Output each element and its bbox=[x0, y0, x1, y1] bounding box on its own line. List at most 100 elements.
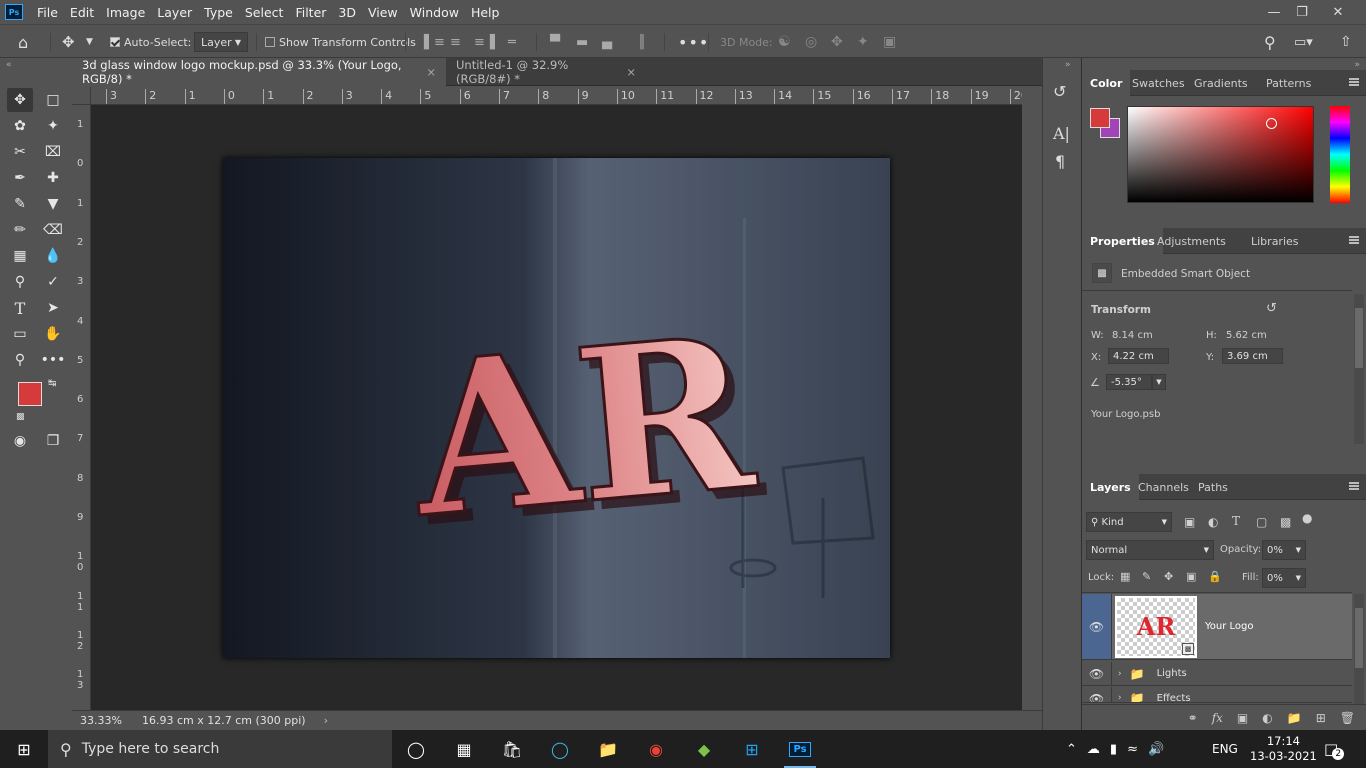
gradient-tool-icon[interactable]: ▦ bbox=[7, 244, 33, 268]
foreground-color-swatch[interactable] bbox=[18, 382, 42, 406]
tab-adjustments[interactable]: Adjustments bbox=[1149, 228, 1234, 254]
angle-field[interactable]: -5.35° bbox=[1106, 374, 1152, 390]
windows-start-icon[interactable]: ⊞ bbox=[0, 730, 48, 768]
close-tab-icon[interactable]: × bbox=[626, 65, 636, 79]
task-view-icon[interactable]: ▦ bbox=[440, 730, 488, 768]
paragraph-icon[interactable]: ¶ bbox=[1055, 152, 1065, 171]
visibility-eye-icon[interactable]: 👁 bbox=[1082, 687, 1112, 702]
menu-view[interactable]: View bbox=[362, 5, 404, 20]
lock-all-icon[interactable]: 🔒 bbox=[1208, 570, 1222, 583]
lock-pixels-icon[interactable]: ✎ bbox=[1142, 570, 1151, 583]
hand-tool-icon[interactable]: ✋ bbox=[40, 322, 66, 346]
photoshop-taskbar-icon[interactable]: Ps bbox=[776, 730, 824, 768]
color-picker-handle[interactable] bbox=[1266, 118, 1277, 129]
expand-icon[interactable]: » bbox=[1065, 60, 1071, 70]
notification-icon[interactable]: □ 2 bbox=[1324, 730, 1345, 768]
lasso-tool-icon[interactable]: ✿ bbox=[7, 114, 33, 138]
filter-smart-object-icon[interactable]: ▩ bbox=[1280, 515, 1291, 529]
align-center-icon[interactable]: ≡ bbox=[450, 25, 461, 59]
fx-icon[interactable]: fx bbox=[1212, 711, 1223, 725]
3d-pan-icon[interactable]: ✥ bbox=[831, 25, 843, 59]
menu-window[interactable]: Window bbox=[404, 5, 465, 20]
rectangle-tool-icon[interactable]: ▭ bbox=[7, 322, 33, 346]
distribute-icon[interactable]: ═ bbox=[508, 25, 516, 59]
fill-field[interactable]: 0% ▼ bbox=[1262, 568, 1306, 588]
close-tab-icon[interactable]: × bbox=[426, 65, 436, 79]
chrome-icon[interactable]: ◉ bbox=[632, 730, 680, 768]
tab-swatches[interactable]: Swatches bbox=[1124, 70, 1193, 96]
close-icon[interactable]: ✕ bbox=[1320, 0, 1356, 24]
align-bottom-icon[interactable]: ▄ bbox=[602, 25, 612, 59]
panel-menu-icon[interactable] bbox=[1349, 78, 1359, 86]
properties-scrollbar[interactable] bbox=[1354, 294, 1364, 444]
path-selection-tool-icon[interactable]: ➤ bbox=[40, 296, 66, 320]
layer-filter-dropdown[interactable]: ⚲ Kind ▼ bbox=[1086, 512, 1172, 532]
filter-shape-icon[interactable]: ▢ bbox=[1256, 515, 1267, 529]
auto-select-target-dropdown[interactable]: Layer ▼ bbox=[194, 32, 248, 52]
panel-menu-icon[interactable] bbox=[1349, 482, 1359, 490]
height-value[interactable]: 5.62 cm bbox=[1226, 330, 1267, 341]
more-options-icon[interactable]: ••• bbox=[678, 25, 709, 59]
tab-libraries[interactable]: Libraries bbox=[1243, 228, 1307, 254]
y-position-field[interactable]: 3.69 cm bbox=[1222, 348, 1283, 364]
trash-icon[interactable]: 🗑 bbox=[1340, 711, 1355, 725]
brush-tool-icon[interactable]: ✎ bbox=[7, 192, 33, 216]
menu-3d[interactable]: 3D bbox=[332, 5, 362, 20]
menu-edit[interactable]: Edit bbox=[64, 5, 100, 20]
tab-document-1[interactable]: 3d glass window logo mockup.psd @ 33.3% … bbox=[72, 58, 446, 86]
filter-pixel-icon[interactable]: ▣ bbox=[1184, 515, 1195, 529]
collapse-icon[interactable]: « bbox=[6, 60, 12, 70]
menu-type[interactable]: Type bbox=[198, 5, 239, 20]
width-value[interactable]: 8.14 cm bbox=[1112, 330, 1153, 341]
filter-type-icon[interactable]: T bbox=[1232, 514, 1240, 528]
align-right-icon[interactable]: ≡▐ bbox=[474, 25, 495, 59]
workspace-icon[interactable]: ▭▾ bbox=[1294, 25, 1313, 59]
collapse-icon[interactable]: » bbox=[1354, 60, 1360, 70]
menu-layer[interactable]: Layer bbox=[151, 5, 198, 20]
new-group-icon[interactable]: 📁 bbox=[1287, 711, 1302, 725]
chevron-down-icon[interactable]: ▼ bbox=[86, 25, 93, 59]
crop-tool-icon[interactable]: ✂ bbox=[7, 140, 33, 164]
quick-mask-icon[interactable]: ◉ bbox=[7, 429, 33, 453]
history-brush-tool-icon[interactable]: ✏ bbox=[7, 218, 33, 242]
new-layer-icon[interactable]: ⊞ bbox=[1316, 711, 1326, 725]
3d-slide-icon[interactable]: ✦ bbox=[857, 25, 869, 59]
blur-tool-icon[interactable]: 💧 bbox=[40, 244, 66, 268]
3d-orbit-icon[interactable]: ☯ bbox=[778, 25, 791, 59]
store-icon[interactable]: 🛍 bbox=[488, 730, 536, 768]
lock-transparent-icon[interactable]: ▦ bbox=[1120, 570, 1130, 583]
move-tool-icon[interactable]: ✥ bbox=[62, 25, 75, 59]
layer-row-lights[interactable]: 👁 › 📁 Lights bbox=[1082, 662, 1352, 686]
opacity-field[interactable]: 0% ▼ bbox=[1262, 540, 1306, 560]
clock[interactable]: 17:14 13-03-2021 bbox=[1250, 730, 1317, 768]
chevron-right-icon[interactable]: › bbox=[324, 714, 328, 727]
app-icon[interactable]: ◆ bbox=[680, 730, 728, 768]
menu-filter[interactable]: Filter bbox=[289, 5, 332, 20]
color-field[interactable] bbox=[1127, 106, 1314, 203]
layer-row-effects[interactable]: 👁 › 📁 Effects bbox=[1082, 687, 1352, 703]
filter-toggle-icon[interactable]: ● bbox=[1302, 511, 1312, 525]
chevron-right-icon[interactable]: › bbox=[1118, 687, 1122, 702]
home-icon[interactable]: ⌂ bbox=[18, 25, 28, 59]
cortana-icon[interactable]: ◯ bbox=[392, 730, 440, 768]
panel-menu-icon[interactable] bbox=[1349, 236, 1359, 244]
file-explorer-icon[interactable]: 📁 bbox=[584, 730, 632, 768]
pen-tool-icon[interactable]: ✓ bbox=[40, 270, 66, 294]
layer-row-your-logo[interactable]: 👁 AR ▩ Your Logo bbox=[1082, 594, 1352, 660]
adjustment-layer-icon[interactable]: ◐ bbox=[1262, 711, 1272, 725]
tab-patterns[interactable]: Patterns bbox=[1258, 70, 1319, 96]
dodge-tool-icon[interactable]: ⚲ bbox=[7, 270, 33, 294]
zoom-tool-icon[interactable]: ⚲ bbox=[7, 348, 33, 372]
x-position-field[interactable]: 4.22 cm bbox=[1108, 348, 1169, 364]
chevron-up-icon[interactable]: ⌃ bbox=[1066, 742, 1077, 757]
move-tool-icon[interactable]: ✥ bbox=[7, 88, 33, 112]
onedrive-icon[interactable]: ☁ bbox=[1087, 742, 1100, 757]
magic-wand-tool-icon[interactable]: ✦ bbox=[40, 114, 66, 138]
share-icon[interactable]: ⇧ bbox=[1340, 25, 1352, 59]
marquee-tool-icon[interactable]: □ bbox=[40, 88, 66, 112]
battery-icon[interactable]: ▮ bbox=[1110, 742, 1117, 757]
align-top-icon[interactable]: ▀ bbox=[550, 25, 560, 59]
add-mask-icon[interactable]: ▣ bbox=[1237, 711, 1248, 725]
tab-paths[interactable]: Paths bbox=[1190, 474, 1236, 500]
clone-stamp-tool-icon[interactable]: ▼ bbox=[40, 192, 66, 216]
